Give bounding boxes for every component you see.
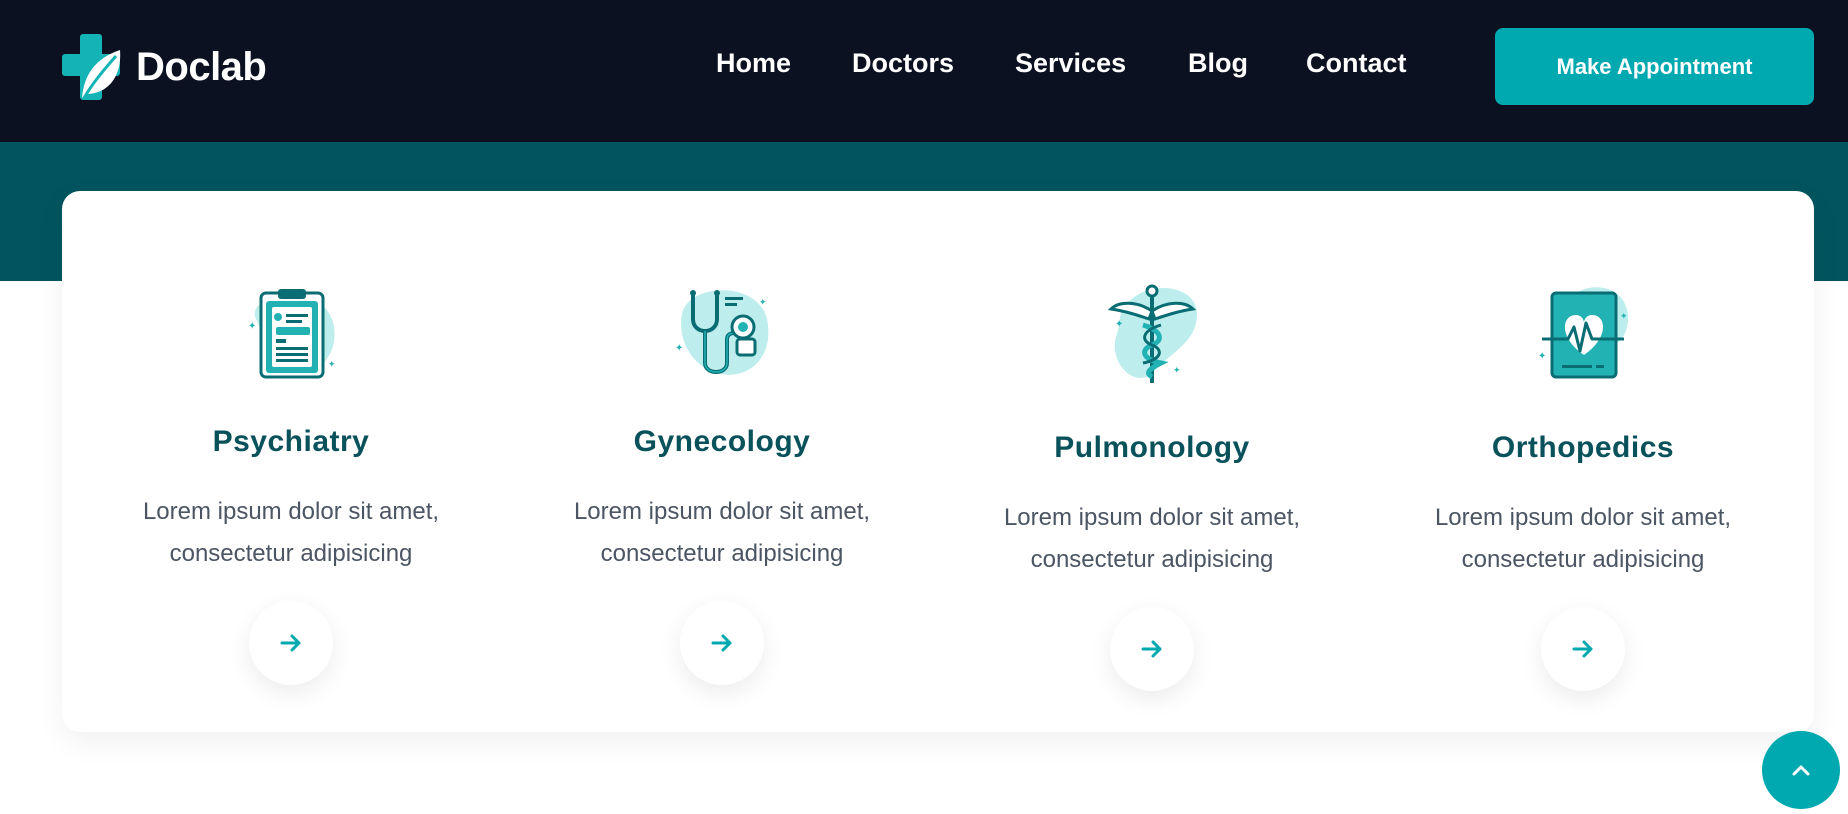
service-more-button[interactable] [1541, 607, 1625, 691]
svg-text:✦: ✦ [248, 321, 256, 332]
service-title: Pulmonology [1054, 431, 1250, 464]
make-appointment-button[interactable]: Make Appointment [1495, 28, 1814, 105]
svg-text:✦: ✦ [1173, 365, 1181, 375]
service-desc-line2: consectetur adipisicing [600, 540, 844, 567]
arrow-right-icon [1141, 640, 1162, 658]
service-description: Lorem ipsum dolor sit amet, consectetur … [1368, 497, 1798, 581]
service-desc-line1: Lorem ipsum dolor sit amet, [1003, 504, 1301, 531]
svg-text:✦: ✦ [1620, 311, 1628, 321]
clipboard-icon: ✦ ✦ [236, 279, 346, 389]
service-desc-line1: Lorem ipsum dolor sit amet, [142, 498, 440, 525]
chevron-up-icon [1792, 765, 1810, 776]
service-more-button[interactable] [680, 601, 764, 685]
svg-text:✦: ✦ [675, 343, 683, 354]
arrow-right-icon [1572, 640, 1593, 658]
nav-blog[interactable]: Blog [1188, 48, 1248, 79]
service-title: Orthopedics [1491, 431, 1675, 464]
nav-home[interactable]: Home [716, 48, 791, 79]
service-desc-line1: Lorem ipsum dolor sit amet, [573, 498, 871, 525]
nav-doctors[interactable]: Doctors [852, 48, 954, 79]
service-more-button[interactable] [1110, 607, 1194, 691]
service-description: Lorem ipsum dolor sit amet, consectetur … [937, 497, 1367, 581]
service-pulmonology: ✦ ✦ Pulmonology Lorem ipsum dolor sit am… [937, 279, 1367, 691]
service-desc-line1: Lorem ipsum dolor sit amet, [1434, 504, 1732, 531]
heart-monitor-icon: ✦ ✦ [1528, 279, 1638, 389]
service-title: Psychiatry [212, 425, 370, 458]
svg-text:✦: ✦ [328, 359, 336, 369]
svg-text:✦: ✦ [759, 297, 767, 307]
brand-name: Doclab [136, 44, 267, 89]
nav-contact[interactable]: Contact [1306, 48, 1407, 79]
service-description: Lorem ipsum dolor sit amet, consectetur … [76, 491, 506, 575]
service-desc-line2: consectetur adipisicing [1461, 546, 1705, 573]
cross-leaf-logo-icon [62, 34, 124, 100]
stethoscope-icon: ✦ ✦ [667, 279, 777, 389]
caduceus-icon: ✦ ✦ [1097, 279, 1207, 389]
service-psychiatry: ✦ ✦ Psychiatry Lorem ipsum dolor sit ame… [76, 279, 506, 685]
svg-text:✦: ✦ [1538, 351, 1546, 362]
service-more-button[interactable] [249, 601, 333, 685]
service-title: Gynecology [633, 425, 811, 458]
nav-services[interactable]: Services [1015, 48, 1126, 79]
svg-text:✦: ✦ [1115, 319, 1123, 330]
services-card: ✦ ✦ Psychiatry Lorem ipsum dolor sit ame… [62, 191, 1814, 732]
service-gynecology: ✦ ✦ Gynecology Lorem ipsum dolor sit ame… [507, 279, 937, 685]
arrow-right-icon [280, 634, 301, 652]
service-desc-line2: consectetur adipisicing [1030, 546, 1274, 573]
arrow-right-icon [711, 634, 732, 652]
service-description: Lorem ipsum dolor sit amet, consectetur … [507, 491, 937, 575]
scroll-to-top-button[interactable] [1762, 731, 1840, 809]
service-desc-line2: consectetur adipisicing [169, 540, 413, 567]
service-orthopedics: ✦ ✦ Orthopedics Lorem ipsum dolor sit am… [1368, 279, 1798, 691]
brand-logo[interactable]: Doclab [62, 34, 267, 100]
